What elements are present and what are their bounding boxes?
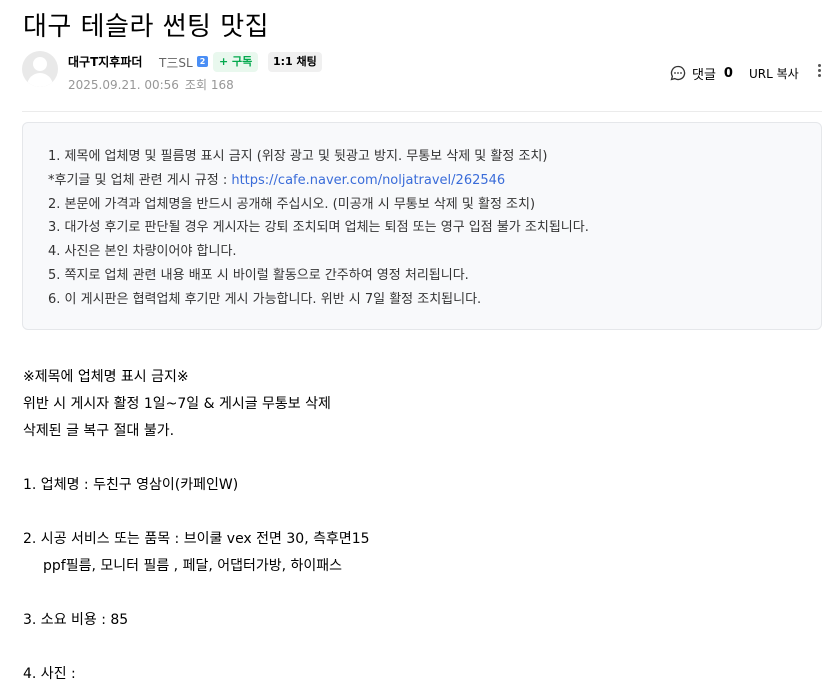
notice-box: 1. 제목에 업체명 및 필름명 표시 금지 (위장 광고 및 뒷광고 방지. … (22, 122, 822, 330)
author-nickname[interactable]: 대구T지후파더 (68, 53, 142, 70)
post-date: 2025.09.21. 00:56 (68, 78, 179, 92)
comment-button[interactable]: 댓글 0 (670, 64, 733, 83)
author-grade: T三SL (159, 56, 193, 70)
notice-line: 6. 이 게시판은 협력업체 후기만 게시 가능합니다. 위반 시 7일 활정 … (48, 291, 482, 307)
comment-count: 0 (723, 65, 733, 81)
body-item-cost: 3. 소요 비용 : 85 (23, 612, 129, 628)
notice-rule-link[interactable]: https://cafe.naver.com/noljatravel/26254… (231, 173, 505, 188)
chat-button[interactable]: 1:1 채팅 (268, 52, 322, 72)
url-copy-button[interactable]: URL 복사 (749, 65, 799, 82)
post-meta: 2025.09.21. 00:56 조회 168 (68, 76, 234, 93)
body-warning: 삭제된 글 복구 절대 불가. (23, 423, 175, 439)
body-item-photo: 4. 사진 : (23, 666, 76, 682)
notice-rule-label: *후기글 및 업체 관련 게시 규정 : (48, 172, 232, 188)
comment-label: 댓글 (692, 67, 716, 83)
post-body: ※제목에 업체명 표시 금지※ 위반 시 게시자 활정 1일~7일 & 게시글 … (23, 364, 813, 684)
avatar[interactable] (22, 51, 58, 87)
grade-badge-icon: 2 (197, 56, 208, 67)
notice-line: 5. 쪽지로 업체 관련 내용 배포 시 바이럴 활동으로 간주하여 영정 처리… (48, 267, 469, 283)
body-item-service-cont: ppf필름, 모니터 필름 , 페달, 어댑터가방, 하이패스 (43, 558, 343, 574)
body-item-service: 2. 시공 서비스 또는 품목 : 브이쿨 vex 전면 30, 측후면15 (23, 531, 370, 547)
body-warning: ※제목에 업체명 표시 금지※ (23, 369, 189, 385)
post-title: 대구 테슬라 썬팅 맛집 (23, 12, 270, 42)
notice-line: 1. 제목에 업체명 및 필름명 표시 금지 (위장 광고 및 뒷광고 방지. … (48, 149, 548, 164)
divider (22, 111, 822, 112)
more-options-icon[interactable] (816, 62, 822, 82)
subscribe-button[interactable]: + 구독 (213, 52, 259, 72)
view-count: 조회 168 (184, 78, 234, 92)
notice-line: 3. 대가성 후기로 판단될 경우 게시자는 강퇴 조치되며 업체는 퇴점 또는… (48, 220, 589, 236)
comment-icon (670, 65, 686, 81)
author-info: 대구T지후파더 T三SL 2 + 구독 1:1 채팅 2025.09.21. 0… (22, 51, 822, 95)
notice-line: 2. 본문에 가격과 업체명을 반드시 공개해 주십시오. (미공개 시 무통보… (48, 196, 536, 212)
notice-line: 4. 사진은 본인 차량이어야 합니다. (48, 244, 237, 260)
body-item-company: 1. 업체명 : 두친구 영삼이(카페인W) (23, 477, 239, 493)
notice-line: *후기글 및 업체 관련 게시 규정 : https://cafe.naver.… (48, 169, 821, 193)
body-warning: 위반 시 게시자 활정 1일~7일 & 게시글 무통보 삭제 (23, 396, 331, 412)
